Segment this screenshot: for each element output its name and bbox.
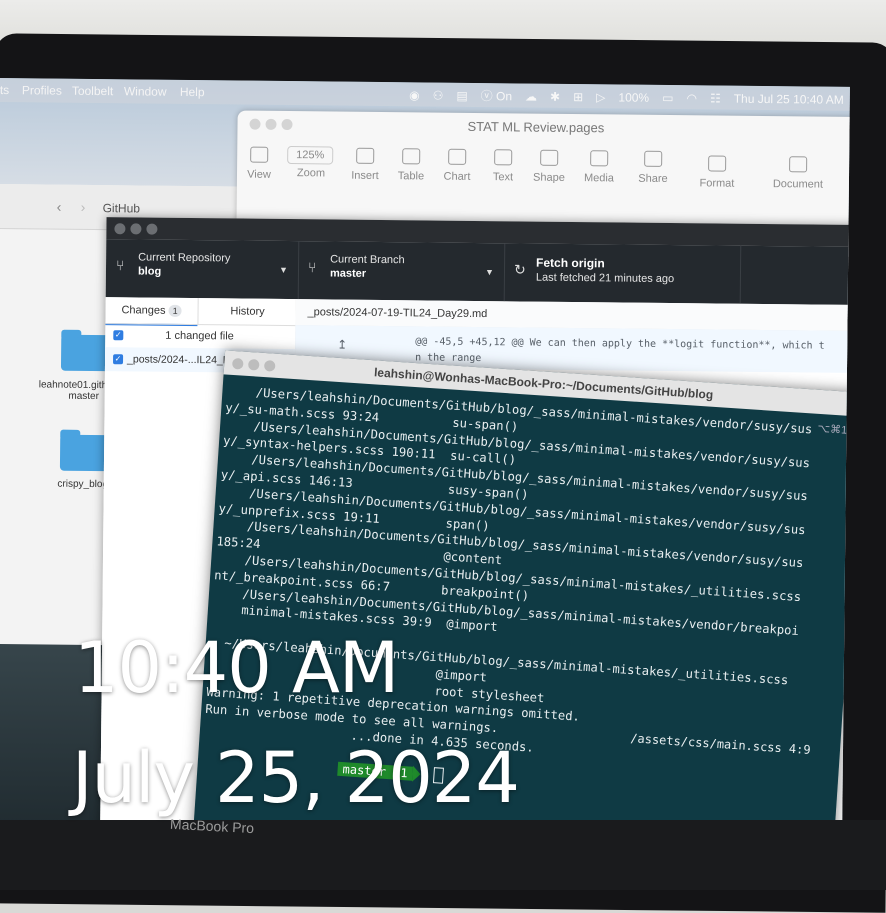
chevron-down-icon: ▼ (279, 264, 289, 276)
repo-label: Current Repository (138, 251, 231, 265)
vpn-label: On (496, 89, 513, 104)
zoom-select[interactable]: 125% (287, 146, 334, 165)
forward-icon[interactable]: › (81, 199, 86, 215)
toolbar-label: Share (638, 172, 668, 185)
tab-history[interactable]: History (197, 298, 297, 326)
toolbar-share[interactable]: Share (623, 150, 683, 186)
toolbar-media[interactable]: Media (569, 150, 629, 185)
vpn-status[interactable]: ⓥ On (481, 87, 513, 104)
branch-label: Current Branch (330, 253, 405, 267)
keyboard-icon[interactable]: ▤ (456, 88, 467, 102)
chrome-icon[interactable]: ◉ (409, 88, 420, 102)
toolbar-format[interactable]: Format (687, 155, 747, 190)
repo-icon: ⑂ (115, 257, 125, 274)
overlay-time: 10:40 AM (74, 627, 399, 709)
toolbar-document[interactable]: Document (761, 156, 835, 191)
select-all-checkbox[interactable]: ✓ (113, 330, 124, 341)
overlay-date: July 25, 2024 (72, 737, 520, 819)
control-center-icon[interactable]: ☷ (710, 91, 721, 105)
toolbar-label: Chart (443, 170, 471, 183)
zoom-icon[interactable] (263, 360, 276, 372)
toolbar-label: Text (492, 171, 514, 184)
zoom-icon[interactable] (281, 118, 293, 131)
close-icon[interactable] (114, 223, 126, 235)
close-icon[interactable] (231, 357, 244, 370)
fetch-label: Fetch origin (536, 255, 605, 271)
media-icon (590, 150, 609, 167)
branch-value: master (329, 267, 367, 280)
toolbar-label: Shape (533, 171, 565, 184)
toolbar-label: Insert (351, 169, 379, 182)
chevron-down-icon: ▼ (485, 267, 495, 278)
vpn-icon: ⓥ (480, 89, 493, 104)
translate-icon[interactable]: ⊞ (573, 90, 583, 104)
tab-changes[interactable]: Changes 1 (105, 297, 198, 327)
repo-value: blog (137, 265, 162, 278)
insert-icon (356, 147, 375, 164)
changed-summary: 1 changed file (165, 329, 234, 343)
fetch-subtext: Last fetched 21 minutes ago (535, 271, 675, 286)
text-icon (494, 149, 513, 166)
shape-icon (540, 149, 559, 166)
current-branch-button[interactable]: ⑂ Current Branch master ▼ (297, 241, 506, 302)
share-icon (644, 150, 663, 167)
minimize-icon[interactable] (130, 223, 142, 235)
menu-toolbelt[interactable]: Toolbelt (72, 84, 114, 98)
minimize-icon[interactable] (265, 118, 277, 130)
menu-help[interactable]: Help (180, 85, 205, 99)
gh-toolbar: ⑂ Current Repository blog ▼ ⑂ Current Br… (105, 239, 850, 306)
chart-icon (448, 148, 467, 165)
toolbar-label: Document (772, 178, 824, 191)
terminal-output[interactable]: /Users/leahshin/Documents/GitHub/blog/_s… (200, 382, 850, 777)
folder-icon[interactable] (59, 434, 109, 472)
zoom-icon[interactable] (146, 223, 158, 235)
expand-up-icon[interactable]: ↥ (337, 338, 347, 352)
document-icon (789, 156, 808, 173)
fetch-origin-button[interactable]: ↻ Fetch origin Last fetched 21 minutes a… (503, 243, 742, 304)
toolbar-label: Media (583, 172, 615, 185)
toolbar-label: Format (699, 177, 735, 190)
diff-file-path: _posts/2024-07-19-TIL24_Day29.md (307, 306, 488, 321)
folder-icon[interactable] (60, 334, 110, 372)
toolbar-label: Table (397, 170, 425, 183)
menu-profiles[interactable]: Profiles (22, 83, 62, 97)
file-checkbox[interactable]: ✓ (113, 354, 124, 365)
hunk-text: @@ -45,5 +45,12 @@ We can then apply the… (415, 334, 825, 370)
current-repository-button[interactable]: ⑂ Current Repository blog ▼ (105, 239, 300, 300)
menubar-clock[interactable]: Thu Jul 25 10:40 AM (734, 91, 844, 106)
table-icon (402, 148, 421, 165)
refresh-icon: ↻ (513, 261, 526, 278)
bluetooth-icon[interactable]: ✱ (550, 89, 560, 103)
battery-icon: ▭ (662, 90, 674, 105)
cloud-icon[interactable]: ☁ (525, 89, 537, 103)
menu-partial[interactable]: ts (0, 83, 9, 97)
toolbar-zoom[interactable]: Zoom (281, 167, 341, 180)
finder-title: GitHub (102, 201, 141, 216)
back-icon[interactable]: ‹ (57, 199, 62, 215)
wifi-icon[interactable]: ◠ (686, 91, 697, 105)
document-title: STAT ML Review.pages (467, 118, 605, 136)
tab-label: History (230, 305, 265, 318)
people-icon[interactable]: ⚇ (433, 88, 444, 102)
minimize-icon[interactable] (247, 358, 260, 371)
menu-window[interactable]: Window (124, 84, 167, 98)
toolbar-label: View (247, 168, 271, 181)
laptop-chin (0, 820, 886, 890)
status-area: ◉ ⚇ ▤ ⓥ On ☁ ✱ ⊞ ▷ 100% ▭ ◠ ☷ Thu Jul 25… (409, 86, 844, 108)
close-icon[interactable] (249, 118, 261, 130)
battery-percent[interactable]: 100% (618, 90, 649, 104)
changes-count-badge: 1 (168, 304, 182, 317)
play-icon[interactable]: ▷ (596, 90, 605, 104)
format-icon (708, 155, 727, 172)
sidebar-icon (250, 146, 269, 163)
toolbar-label: Zoom (296, 167, 326, 180)
branch-icon: ⑂ (307, 259, 317, 276)
laptop-screen: ts Profiles Toolbelt Window Help ◉ ⚇ ▤ ⓥ… (0, 78, 850, 847)
tab-label: Changes (121, 304, 166, 317)
